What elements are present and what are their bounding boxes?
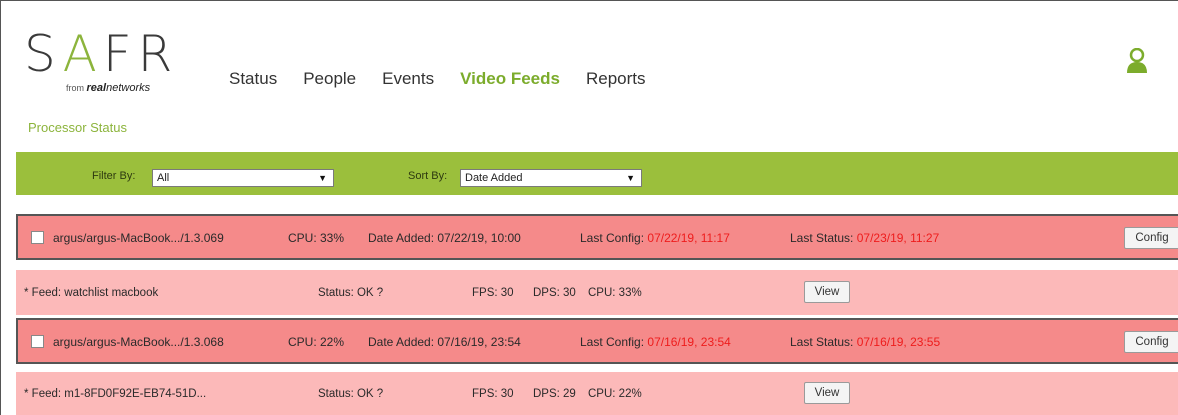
logo-tagline: from realnetworks: [66, 82, 151, 94]
feed-cpu: CPU: 33%: [588, 287, 642, 299]
processor-cpu: CPU: 33%: [288, 231, 345, 245]
config-button[interactable]: Config: [1124, 227, 1178, 249]
processor-name: argus/argus-MacBook.../1.3.069: [53, 231, 224, 245]
processor-name: argus/argus-MacBook.../1.3.068: [53, 335, 224, 349]
processor-checkbox[interactable]: [31, 231, 44, 244]
sort-by-select[interactable]: Date Added ▼: [460, 169, 642, 187]
feed-status: Status: OK ?: [318, 388, 384, 400]
chevron-down-icon: ▼: [318, 173, 327, 183]
filter-bar: Filter By: All ▼ Sort By: Date Added ▼: [16, 152, 1178, 195]
chevron-down-icon: ▼: [626, 173, 635, 183]
processor-last-status: Last Status: 07/23/19, 11:27: [790, 231, 940, 245]
feed-status: Status: OK ?: [318, 287, 384, 299]
view-button[interactable]: View: [804, 281, 850, 303]
safr-logo[interactable]: SAFR from realnetworks: [24, 24, 204, 104]
logo-accent-letter: A: [62, 25, 103, 83]
processor-checkbox[interactable]: [31, 335, 44, 348]
processor-last-config: Last Config: 07/22/19, 11:17: [580, 231, 730, 245]
processor-cpu: CPU: 22%: [288, 335, 345, 349]
nav-video-feeds[interactable]: Video Feeds: [460, 68, 560, 90]
sort-by-label: Sort By:: [408, 170, 448, 182]
processor-date-added: Date Added: 07/22/19, 10:00: [368, 231, 521, 245]
feed-row: * Feed: watchlist macbook Status: OK ? F…: [16, 270, 1178, 315]
nav-people[interactable]: People: [303, 68, 356, 90]
processor-date-added: Date Added: 07/16/19, 23:54: [368, 335, 521, 349]
nav-events[interactable]: Events: [382, 68, 434, 90]
logo-wordmark: SAFR: [24, 25, 179, 83]
main-nav: Status People Events Video Feeds Reports: [229, 68, 672, 90]
processor-row: argus/argus-MacBook.../1.3.068 CPU: 22% …: [16, 318, 1178, 364]
config-button[interactable]: Config: [1124, 331, 1178, 353]
view-button[interactable]: View: [804, 382, 850, 404]
feed-dps: DPS: 29: [533, 388, 576, 400]
feed-name: * Feed: m1-8FD0F92E-EB74-51D...: [24, 388, 207, 400]
filter-by-label: Filter By:: [92, 170, 136, 182]
filter-by-select[interactable]: All ▼: [152, 169, 334, 187]
nav-reports[interactable]: Reports: [586, 68, 646, 90]
feed-fps: FPS: 30: [472, 287, 514, 299]
feed-dps: DPS: 30: [533, 287, 576, 299]
nav-status[interactable]: Status: [229, 68, 277, 90]
feed-row: * Feed: m1-8FD0F92E-EB74-51D... Status: …: [16, 372, 1178, 415]
user-icon[interactable]: [1125, 48, 1149, 74]
feed-fps: FPS: 30: [472, 388, 514, 400]
page-subtitle: Processor Status: [28, 120, 127, 135]
processor-last-config: Last Config: 07/16/19, 23:54: [580, 335, 731, 349]
processor-row: argus/argus-MacBook.../1.3.069 CPU: 33% …: [16, 214, 1178, 260]
feed-cpu: CPU: 22%: [588, 388, 642, 400]
processor-last-status: Last Status: 07/16/19, 23:55: [790, 335, 941, 349]
feed-name: * Feed: watchlist macbook: [24, 287, 159, 299]
